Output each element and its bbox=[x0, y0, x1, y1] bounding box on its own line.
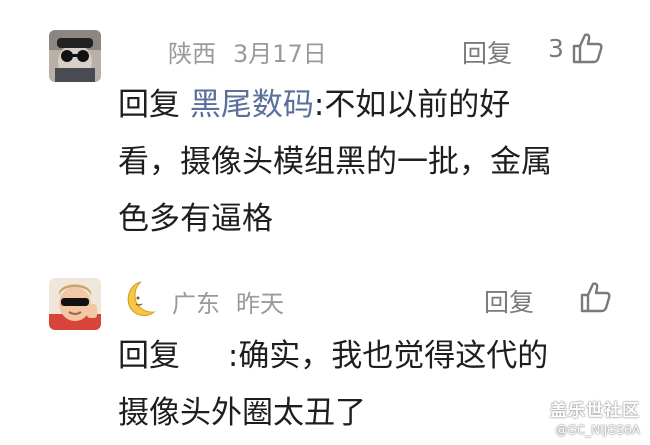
comment-line: 回复 黑尾数码:不如以前的好 bbox=[118, 77, 638, 134]
like-count: 3 bbox=[548, 33, 564, 63]
reply-prefix: 回复 bbox=[118, 87, 180, 123]
reply-prefix: 回复 bbox=[118, 338, 180, 374]
comment-item: 陕西 3月17日 回复 3 回复 黑尾数码:不如以前的好 看，摄像头模组黑的一批… bbox=[0, 0, 650, 250]
reply-button[interactable]: 回复 bbox=[462, 34, 512, 70]
watermark: 盖乐世社区 @GC_NIJGS6A bbox=[550, 396, 640, 437]
thumbs-up-icon bbox=[580, 282, 611, 313]
watermark-user: @GC_NIJGS6A bbox=[555, 423, 641, 437]
comment-date: 昨天 bbox=[236, 290, 284, 318]
like-button[interactable]: 3 bbox=[548, 31, 604, 65]
avatar[interactable] bbox=[49, 30, 101, 82]
comment-body: 回复 黑尾数码:不如以前的好 看，摄像头模组黑的一批，金属 色多有逼格 bbox=[118, 77, 638, 248]
avatar[interactable] bbox=[49, 278, 101, 330]
avatar-image bbox=[49, 30, 101, 82]
comment-date: 3月17日 bbox=[233, 40, 327, 68]
reply-button[interactable]: 回复 bbox=[484, 283, 534, 319]
comment-location: 广东 bbox=[172, 290, 220, 318]
comment-line: 看，摄像头模组黑的一批，金属 bbox=[118, 144, 552, 180]
watermark-title: 盖乐世社区 bbox=[550, 401, 640, 421]
moon-icon bbox=[127, 281, 156, 317]
comment-line: 色多有逼格 bbox=[118, 201, 273, 237]
comment-text: 确实，我也觉得这代的 bbox=[238, 338, 549, 374]
avatar-image bbox=[49, 278, 101, 330]
separator: : bbox=[313, 87, 325, 123]
thumbs-up-icon bbox=[572, 33, 603, 64]
comment-line: 回复 :确实，我也觉得这代的 bbox=[118, 328, 638, 385]
separator: : bbox=[227, 338, 239, 374]
comment-text: 不如以前的好 bbox=[324, 87, 511, 123]
comment-location: 陕西 bbox=[168, 40, 216, 68]
reply-target-user[interactable]: 黑尾数码 bbox=[190, 87, 314, 123]
like-button[interactable] bbox=[572, 280, 612, 314]
